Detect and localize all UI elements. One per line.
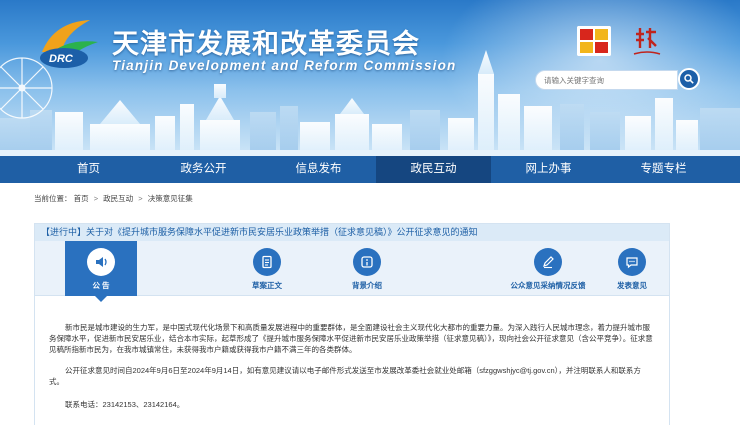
tab-label: 公众意见采纳情况反馈	[510, 281, 586, 290]
paragraph-period: 公开征求意见时间自2024年9月6日至2024年9月14日，如有意见建议请以电子…	[49, 366, 641, 386]
search-button[interactable]	[678, 68, 700, 90]
party-emblem-badge[interactable]	[577, 26, 611, 56]
city-emblem-badge[interactable]	[630, 24, 664, 60]
breadcrumb-public-interaction[interactable]: 政民互动	[103, 194, 133, 203]
site-subtitle: Tianjin Development and Reform Commissio…	[112, 58, 457, 73]
tab-label: 公 告	[92, 281, 110, 290]
breadcrumb-separator: >	[138, 194, 143, 203]
tab-label: 背景介绍	[352, 281, 382, 290]
nav-item-online-services[interactable]: 网上办事	[491, 156, 606, 183]
nav-item-government-affairs[interactable]: 政务公开	[146, 156, 261, 183]
tab-background[interactable]: 背景介绍	[331, 241, 403, 296]
nav-item-public-interaction[interactable]: 政民互动	[376, 156, 491, 183]
speaker-icon	[87, 248, 115, 276]
tab-announcement[interactable]: 公 告	[65, 241, 137, 302]
paragraph-intro: 新市民是城市建设的生力军，是中国式现代化场景下和高质量发展进程中的重要群体，是全…	[49, 323, 653, 354]
nav-item-home[interactable]: 首页	[31, 156, 146, 183]
notice-title-bar: 【进行中】关于对《提升城市服务保障水平促进新市民安居乐业政策举措（征求意见稿）》…	[35, 224, 669, 241]
search-input[interactable]	[535, 70, 678, 90]
main-nav: 首页 政务公开 信息发布 政民互动 网上办事 专题专栏	[0, 156, 740, 183]
tab-feedback[interactable]: 公众意见采纳情况反馈	[500, 241, 596, 296]
paragraph-contact: 联系电话：23142153、23142164。	[65, 400, 185, 409]
breadcrumb-opinion-collection[interactable]: 决策意见征集	[148, 194, 193, 203]
tab-draft-text[interactable]: 草案正文	[231, 241, 303, 296]
chat-icon	[618, 248, 646, 276]
pen-icon	[534, 248, 562, 276]
document-icon	[253, 248, 281, 276]
breadcrumb-separator: >	[93, 194, 99, 203]
notice-title: 关于对《提升城市服务保障水平促进新市民安居乐业政策举措（征求意见稿）》公开征求意…	[86, 227, 478, 237]
breadcrumb-prefix: 当前位置：	[34, 194, 72, 203]
announcement-body: 新市民是城市建设的生力军，是中国式现代化场景下和高质量发展进程中的重要群体，是全…	[49, 322, 655, 420]
breadcrumb-home[interactable]: 首页	[74, 194, 89, 203]
status-badge: 【进行中】	[41, 227, 87, 237]
tabs-row: 公 告 草案正文 背景介绍 公众意见采纳情况反馈 发表意见	[35, 241, 669, 302]
tab-label: 草案正文	[252, 281, 282, 290]
site-title: 天津市发展和改革委员会	[112, 29, 420, 59]
tab-label: 发表意见	[617, 281, 647, 290]
nav-item-info-release[interactable]: 信息发布	[261, 156, 376, 183]
search-icon	[684, 74, 694, 84]
tab-submit-opinion[interactable]: 发表意见	[596, 241, 668, 296]
drc-logo: DRC	[40, 20, 98, 68]
info-icon	[353, 248, 381, 276]
site-header: DRC 天津市发展和改革委员会 Tianjin Development and …	[0, 0, 740, 156]
consultation-panel: 【进行中】关于对《提升城市服务保障水平促进新市民安居乐业政策举措（征求意见稿）》…	[34, 223, 670, 425]
nav-item-special-topics[interactable]: 专题专栏	[606, 156, 721, 183]
breadcrumb: 当前位置： 首页 > 政民互动 > 决策意见征集	[34, 193, 193, 204]
logo-text: DRC	[49, 53, 74, 65]
